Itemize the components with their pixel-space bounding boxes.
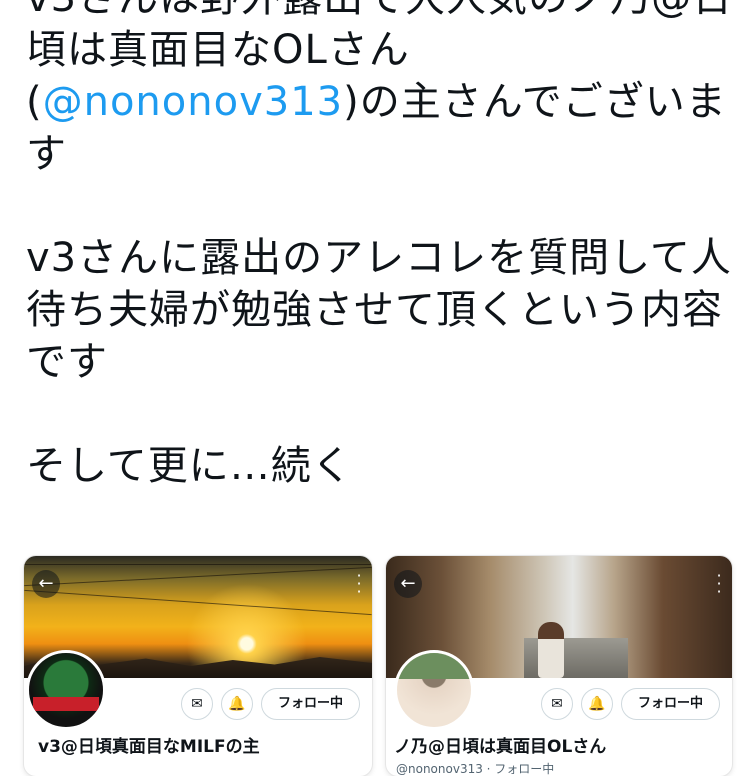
notification-bell-icon[interactable]: 🔔 — [220, 688, 253, 720]
avatar[interactable] — [26, 650, 106, 730]
display-name: ノ乃@日頃は真面目OLさん — [394, 737, 607, 757]
display-name: v3@日頃真面目なMILFの主 — [38, 737, 260, 757]
handle: @nononov313 · フォロー中 — [396, 762, 555, 776]
tweet-line: v3さんに露出のアレコレを質問して人 — [26, 235, 732, 281]
avatar[interactable] — [394, 650, 474, 730]
profile-card-v3[interactable]: ← · · · ✉ 🔔 フォロー中 v3@日頃真面目なMILFの主 — [24, 556, 372, 776]
avatar-logo — [33, 697, 99, 711]
tweet-text: v3さんは野外露出で大人気のノ乃@日 頃は真面目なOLさん (@nononov3… — [26, 0, 746, 492]
mail-icon[interactable]: ✉ — [540, 688, 573, 720]
more-options-icon[interactable]: · · · — [716, 568, 722, 600]
mention-link[interactable]: @nononov313 — [43, 79, 344, 125]
profile-actions: ✉ 🔔 フォロー中 — [540, 688, 720, 720]
profile-actions: ✉ 🔔 フォロー中 — [180, 688, 360, 720]
profile-card-nonono[interactable]: ← · · · ✉ 🔔 フォロー中 ノ乃@日頃は真面目OLさん @nononov31… — [386, 556, 732, 776]
back-arrow-icon[interactable]: ← — [394, 570, 422, 598]
tweet-line: 頃は真面目なOLさん — [26, 27, 410, 73]
paren: ( — [26, 79, 43, 125]
tweet-line: す — [26, 131, 67, 177]
tweet-line: です — [26, 339, 108, 385]
following-button[interactable]: フォロー中 — [620, 688, 720, 720]
tweet-line: 待ち夫婦が勉強させて頂くという内容 — [26, 287, 723, 333]
more-options-icon[interactable]: · · · — [356, 568, 362, 600]
notification-bell-icon[interactable]: 🔔 — [580, 688, 613, 720]
tweet-line: (@nononov313)の主さんでございま — [26, 76, 746, 128]
tweet-line-rest: )の主さんでございま — [343, 79, 727, 125]
tweet-line: そして更に…続く — [26, 443, 353, 489]
avatar-hair — [397, 653, 471, 679]
mail-icon[interactable]: ✉ — [180, 688, 213, 720]
person-figure — [538, 622, 564, 678]
following-button[interactable]: フォロー中 — [260, 688, 360, 720]
tweet-line: v3さんは野外露出で大人気のノ乃@日 — [26, 0, 746, 24]
back-arrow-icon[interactable]: ← — [32, 570, 60, 598]
